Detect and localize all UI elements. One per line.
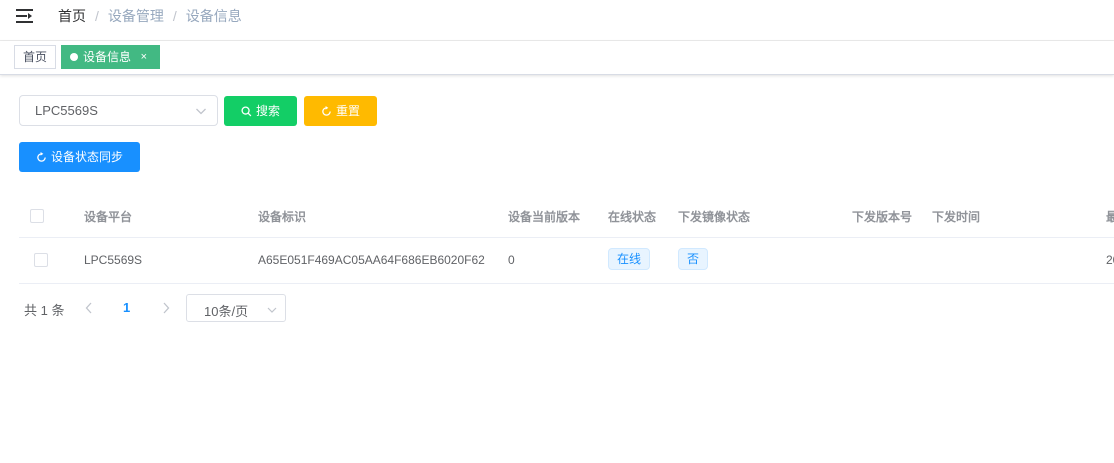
chevron-right-icon[interactable] (161, 302, 171, 314)
page-size-select[interactable]: 10条/页 (186, 294, 286, 322)
navbar: 首页 / 设备管理 / 设备信息 (0, 0, 1114, 41)
column-header-last: 最 (1106, 210, 1114, 224)
cell-current-version: 0 (508, 253, 515, 267)
select-all-checkbox[interactable] (30, 209, 44, 223)
cell-platform: LPC5569S (84, 253, 143, 267)
search-icon (241, 106, 252, 117)
column-header-online-status: 在线状态 (608, 210, 657, 224)
breadcrumb-device-management: 设备管理 (107, 8, 164, 24)
online-status-badge: 在线 (608, 248, 651, 270)
refresh-icon (37, 152, 46, 162)
chevron-down-icon (267, 307, 277, 313)
active-dot-icon (70, 53, 78, 61)
pagination-total: 共 1 条 (24, 303, 65, 318)
cell-device-id: A65E051F469AC05AA64F686EB6020F62 (258, 253, 485, 267)
tag-device-info[interactable]: 设备信息 × (61, 45, 160, 69)
sync-status-button-label: 设备状态同步 (50, 150, 123, 164)
chevron-down-icon (196, 108, 206, 115)
reset-button-label: 重置 (335, 104, 360, 118)
image-status-badge: 否 (678, 248, 709, 270)
chevron-left-icon[interactable] (84, 302, 94, 314)
hamburger-menu-icon[interactable] (16, 8, 33, 24)
column-header-platform: 设备平台 (84, 210, 133, 224)
row-checkbox[interactable] (34, 253, 48, 267)
search-button[interactable]: 搜索 (224, 96, 297, 126)
cell-last: 20 (1106, 253, 1114, 267)
pagination-page-1[interactable]: 1 (123, 300, 130, 315)
table-row-divider (19, 283, 1114, 284)
search-button-label: 搜索 (255, 104, 280, 118)
column-header-device-id: 设备标识 (258, 210, 307, 224)
table-header-divider (19, 237, 1114, 238)
breadcrumb-separator: / (172, 8, 177, 24)
sync-status-button[interactable]: 设备状态同步 (19, 142, 140, 172)
column-header-issued-version: 下发版本号 (852, 210, 913, 224)
page-size-value: 10条/页 (204, 304, 249, 319)
column-header-image-status: 下发镜像状态 (678, 210, 751, 224)
platform-select-value: LPC5569S (35, 103, 98, 118)
reset-button[interactable]: 重置 (304, 96, 377, 126)
refresh-icon (322, 106, 331, 116)
breadcrumb-separator: / (95, 8, 99, 24)
platform-select[interactable]: LPC5569S (19, 95, 218, 126)
column-header-current-version: 设备当前版本 (508, 210, 581, 224)
close-icon[interactable]: × (141, 46, 147, 68)
tags-view: 首页 设备信息 × (0, 41, 1114, 75)
breadcrumb: 首页 / 设备管理 / 设备信息 (58, 8, 242, 24)
column-header-issued-time: 下发时间 (932, 210, 981, 224)
tag-device-info-label: 设备信息 (83, 50, 132, 64)
breadcrumb-home[interactable]: 首页 (58, 8, 86, 24)
breadcrumb-device-info: 设备信息 (185, 8, 242, 24)
tag-home[interactable]: 首页 (14, 45, 56, 69)
